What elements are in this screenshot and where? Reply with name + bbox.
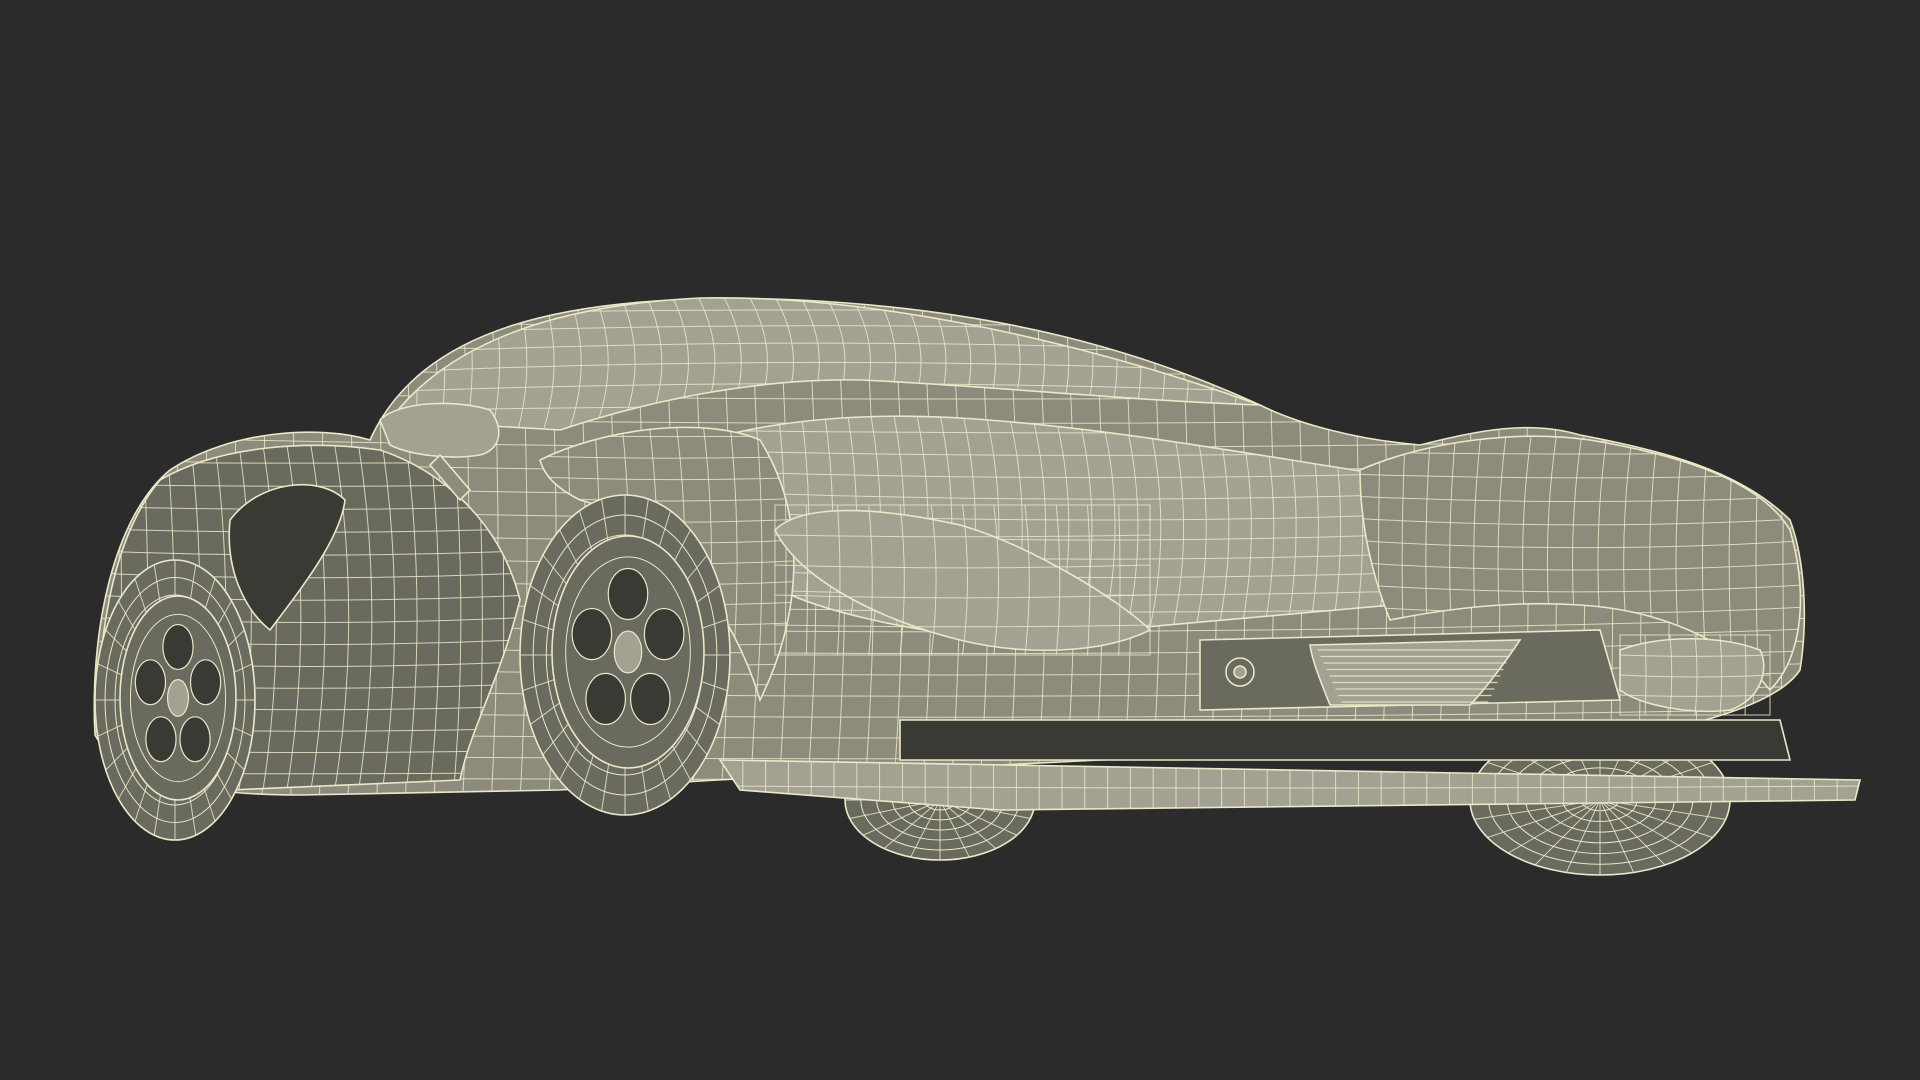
render-viewport xyxy=(0,0,1920,1080)
lower-bay xyxy=(899,719,1792,761)
sports-car-wireframe-render xyxy=(0,0,1920,1080)
front-left-rim xyxy=(551,535,705,769)
rear-left-tyre xyxy=(94,559,256,841)
front-left-tyre xyxy=(519,494,731,816)
front-grille xyxy=(1199,629,1622,711)
rear-left-rim xyxy=(119,595,237,801)
front-sensor xyxy=(1225,657,1255,687)
